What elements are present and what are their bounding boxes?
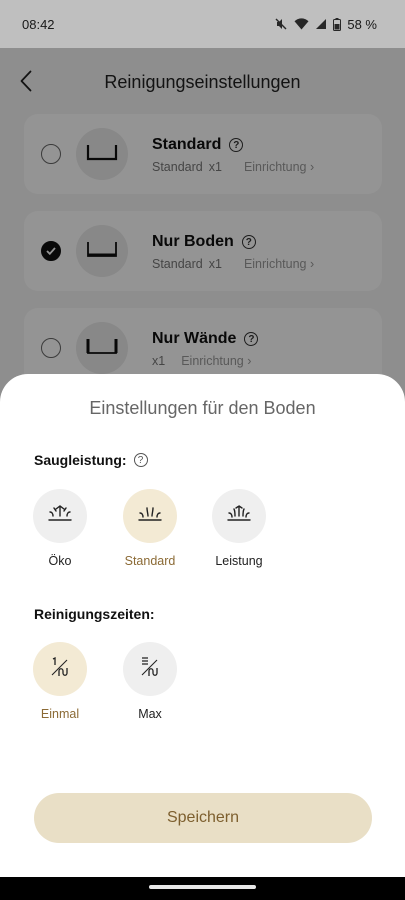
once-icon: [48, 655, 72, 684]
cycle-option-label: Max: [138, 707, 162, 721]
cycles-section-label: Reinigungszeiten:: [34, 606, 155, 622]
suction-option-standard[interactable]: Standard: [110, 489, 190, 568]
cycle-option-max[interactable]: Max: [110, 642, 190, 721]
save-button[interactable]: Speichern: [34, 793, 372, 843]
cycles-label-text: Reinigungszeiten:: [34, 606, 155, 622]
suction-section-label: Saugleistung: ?: [34, 452, 148, 468]
suction-label-text: Saugleistung:: [34, 452, 127, 468]
home-gesture-handle[interactable]: [149, 885, 256, 889]
cycle-option-label: Einmal: [40, 707, 80, 721]
suction-option-circle[interactable]: [123, 489, 177, 543]
cycle-option-once[interactable]: Einmal: [20, 642, 100, 721]
help-icon[interactable]: ?: [133, 453, 148, 467]
suction-option-power[interactable]: Leistung: [199, 489, 279, 568]
suction-option-label: Leistung: [215, 554, 263, 568]
suction-standard-icon: [137, 503, 163, 530]
system-nav-bar: [0, 877, 405, 900]
suction-option-circle[interactable]: [212, 489, 266, 543]
floor-settings-sheet: Einstellungen für den Boden Saugleistung…: [0, 374, 405, 877]
suction-option-eco[interactable]: Öko: [20, 489, 100, 568]
suction-eco-icon: [47, 503, 73, 530]
cycle-option-circle[interactable]: [123, 642, 177, 696]
suction-option-label: Öko: [48, 554, 72, 568]
suction-option-label: Standard: [124, 554, 176, 568]
sheet-title: Einstellungen für den Boden: [89, 398, 316, 418]
status-scrim: [0, 0, 405, 48]
cycle-option-circle[interactable]: [33, 642, 87, 696]
suction-power-icon: [226, 503, 252, 530]
max-icon: [138, 655, 162, 684]
suction-option-circle[interactable]: [33, 489, 87, 543]
